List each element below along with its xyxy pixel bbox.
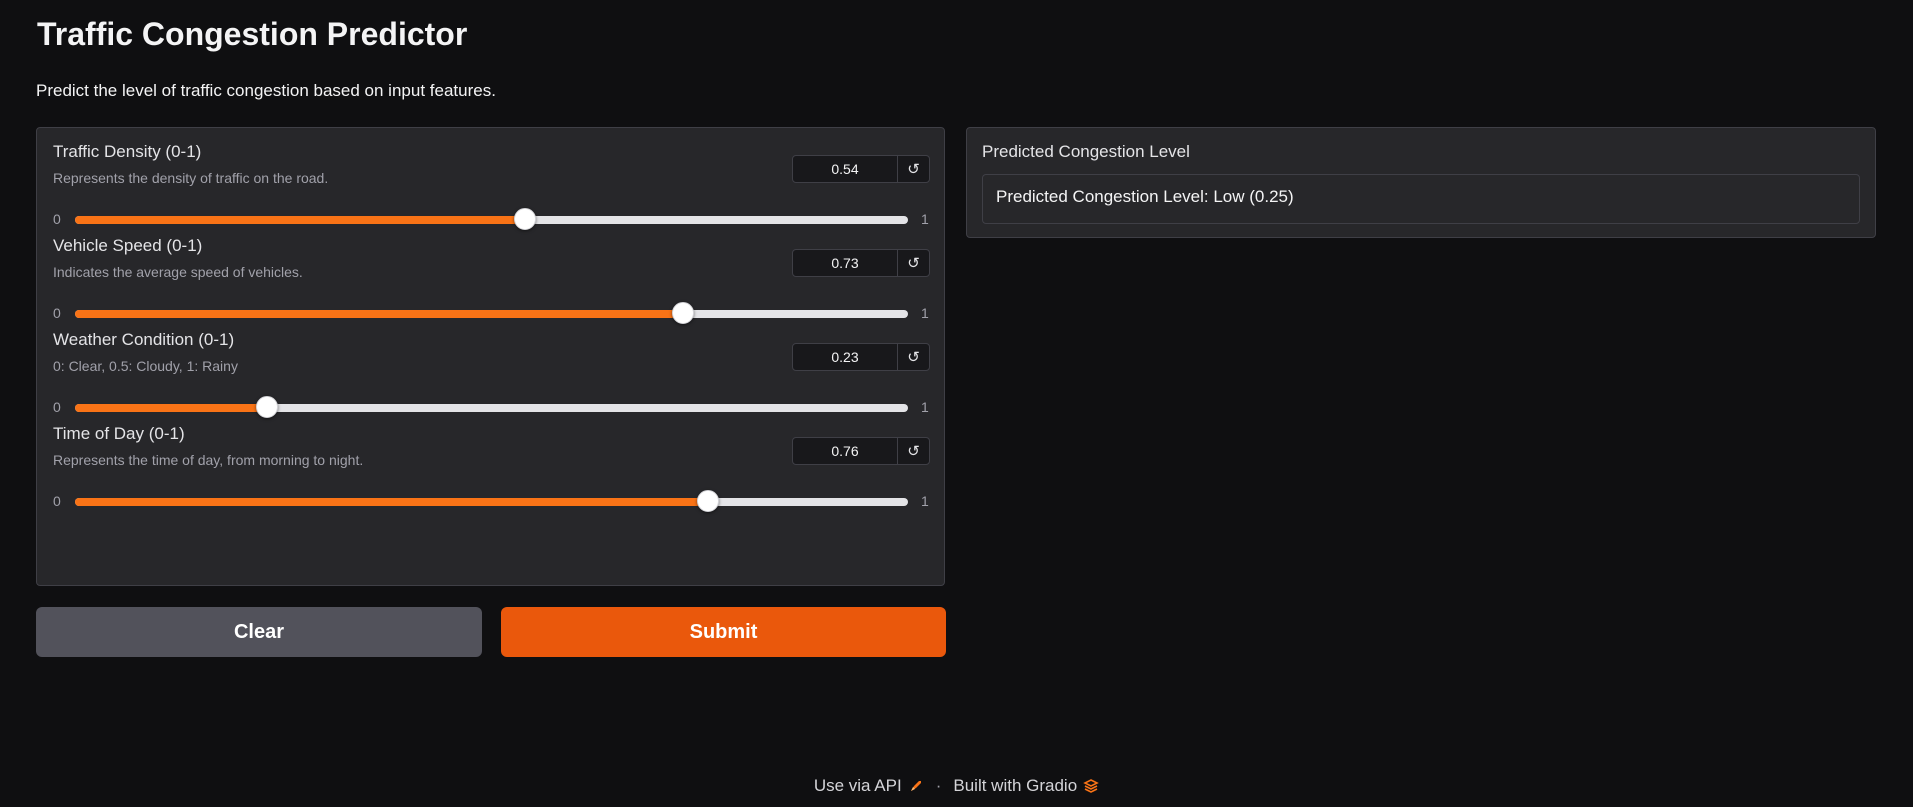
built-with-gradio-link[interactable]: Built with Gradio (953, 776, 1077, 796)
output-panel: Predicted Congestion Level Predicted Con… (966, 127, 1876, 238)
slider-label: Traffic Density (0-1) (53, 142, 202, 161)
number-box: ↺ (792, 155, 930, 183)
number-box: ↺ (792, 437, 930, 465)
reset-button[interactable]: ↺ (897, 156, 929, 182)
slider-info: Represents the time of day, from morning… (53, 452, 364, 468)
vehicle-speed-number-input[interactable] (793, 250, 897, 276)
submit-button[interactable]: Submit (501, 607, 946, 657)
inputs-panel: Traffic Density (0-1) Represents the den… (36, 127, 945, 586)
page-description: Predict the level of traffic congestion … (36, 81, 496, 100)
slider-label: Weather Condition (0-1) (53, 330, 235, 349)
slider-time-of-day: Time of Day (0-1) Represents the time of… (37, 410, 944, 525)
slider-track[interactable] (75, 490, 908, 512)
reset-icon: ↺ (907, 443, 920, 460)
reset-button[interactable]: ↺ (897, 250, 929, 276)
slider-label: Vehicle Speed (0-1) (53, 236, 203, 255)
slider-min-label: 0 (53, 493, 61, 509)
reset-icon: ↺ (907, 349, 920, 366)
slider-info: 0: Clear, 0.5: Cloudy, 1: Rainy (53, 358, 238, 374)
weather-condition-number-input[interactable] (793, 344, 897, 370)
output-textbox[interactable]: Predicted Congestion Level: Low (0.25) (982, 174, 1860, 224)
reset-button[interactable]: ↺ (897, 438, 929, 464)
api-link-label: Use via API (813, 776, 902, 795)
output-label: Predicted Congestion Level (982, 142, 1190, 161)
slider-fill (75, 498, 709, 506)
built-with-label: Built with Gradio (953, 776, 1078, 795)
page-title: Traffic Congestion Predictor (37, 16, 468, 52)
footer: Use via API · Built with Gradio (0, 776, 1913, 796)
reset-button[interactable]: ↺ (897, 344, 929, 370)
reset-icon: ↺ (907, 161, 920, 178)
number-box: ↺ (792, 343, 930, 371)
rocket-icon (908, 778, 924, 794)
slider-thumb[interactable] (697, 490, 720, 512)
traffic-density-number-input[interactable] (793, 156, 897, 182)
clear-button[interactable]: Clear (36, 607, 482, 657)
slider-info: Indicates the average speed of vehicles. (53, 264, 303, 280)
gradio-logo-icon (1083, 778, 1099, 794)
number-box: ↺ (792, 249, 930, 277)
use-via-api-link[interactable]: Use via API (814, 776, 902, 796)
slider-max-label: 1 (921, 493, 929, 509)
slider-label: Time of Day (0-1) (53, 424, 185, 443)
time-of-day-number-input[interactable] (793, 438, 897, 464)
footer-separator: · (935, 776, 942, 795)
reset-icon: ↺ (907, 255, 920, 272)
slider-info: Represents the density of traffic on the… (53, 170, 329, 186)
